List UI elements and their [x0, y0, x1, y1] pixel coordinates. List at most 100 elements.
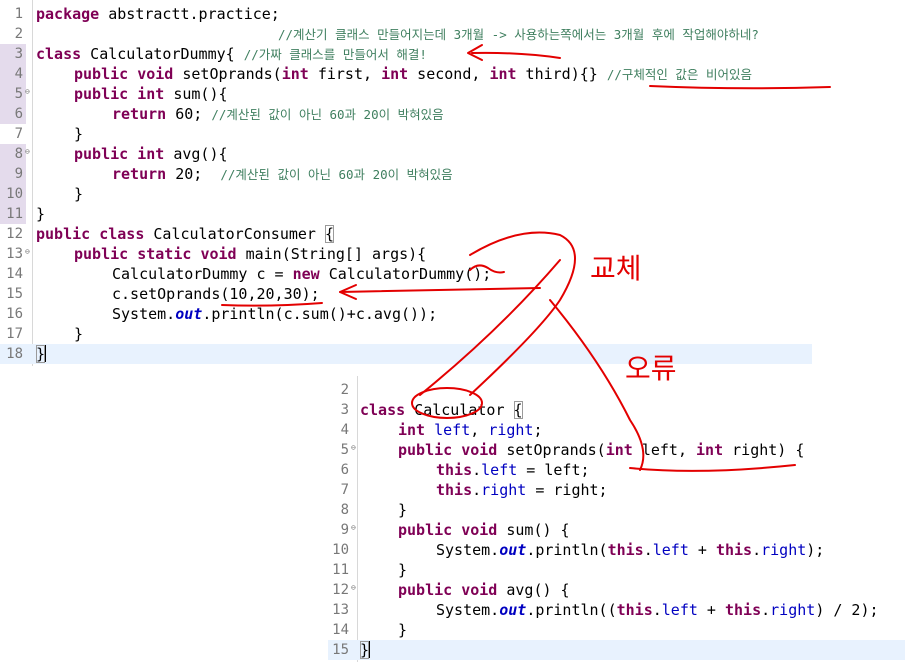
code-text[interactable]: }: [360, 640, 371, 660]
code-text[interactable]: public static void main(String[] args){: [36, 244, 426, 264]
code-line[interactable]: 2: [328, 380, 905, 400]
code-text[interactable]: }: [360, 620, 407, 640]
code-line[interactable]: 10 System.out.println(this.left + this.r…: [328, 540, 905, 560]
code-token: .: [752, 541, 762, 559]
keyword: this: [725, 601, 762, 619]
code-text[interactable]: System.out.println(c.sum()+c.avg());: [36, 304, 437, 324]
code-text[interactable]: int left, right;: [360, 420, 543, 440]
keyword: void: [461, 581, 498, 599]
line-number: 13: [332, 602, 349, 618]
field-name: left: [481, 461, 518, 479]
code-line[interactable]: 12 public class CalculatorConsumer {: [0, 224, 812, 244]
package-name: abstractt.practice;: [99, 5, 280, 23]
code-line[interactable]: 4 public void setOprands(int first, int …: [0, 64, 812, 84]
code-line[interactable]: 3 class Calculator {: [328, 400, 905, 420]
code-text[interactable]: return 20; //계산된 값이 아닌 60과 20이 박혀있음: [36, 164, 453, 184]
code-editor-calculator-dummy[interactable]: 1 package abstractt.practice; 2 //계산기 클래…: [0, 0, 812, 366]
code-line[interactable]: 2 //계산기 클래스 만들어지는데 3개월 -> 사용하는쪽에서는 3개월 후…: [0, 24, 812, 44]
fold-toggle-icon[interactable]: ⊖: [25, 88, 30, 96]
code-line[interactable]: 9 return 20; //계산된 값이 아닌 60과 20이 박혀있음: [0, 164, 812, 184]
code-text[interactable]: public void setOprands(int first, int se…: [36, 64, 752, 84]
line-number: 12: [6, 226, 23, 242]
code-line[interactable]: 17 }: [0, 324, 812, 344]
code-token: .: [472, 481, 482, 499]
keyword: int: [489, 65, 517, 83]
code-text[interactable]: c.setOprands(10,20,30);: [36, 284, 320, 304]
keyword: int: [696, 441, 724, 459]
code-text[interactable]: }: [36, 204, 45, 224]
code-text[interactable]: public int avg(){: [36, 144, 228, 164]
code-text[interactable]: return 60; //계산된 값이 아닌 60과 20이 박혀있음: [36, 104, 444, 124]
code-token: first,: [308, 65, 382, 83]
code-text[interactable]: this.left = left;: [360, 460, 590, 480]
code-text[interactable]: public void setOprands(int left, int rig…: [360, 440, 804, 460]
code-text[interactable]: System.out.println((this.left + this.rig…: [360, 600, 879, 620]
code-line[interactable]: 16 System.out.println(c.sum()+c.avg());: [0, 304, 812, 324]
code-line[interactable]: 13 System.out.println((this.left + this.…: [328, 600, 905, 620]
keyword: void: [200, 245, 237, 263]
code-token: System.: [436, 601, 500, 619]
code-text[interactable]: }: [36, 124, 83, 144]
matching-brace: {: [325, 225, 335, 243]
code-text[interactable]: //계산기 클래스 만들어지는데 3개월 -> 사용하는쪽에서는 3개월 후에 …: [36, 24, 759, 44]
code-line[interactable]: 3 class CalculatorDummy{ //가짜 클래스를 만들어서 …: [0, 44, 812, 64]
code-text[interactable]: public int sum(){: [36, 84, 228, 104]
fold-toggle-icon[interactable]: ⊖: [351, 584, 356, 592]
code-line[interactable]: 13 ⊖ public static void main(String[] ar…: [0, 244, 812, 264]
current-line[interactable]: 15 }: [328, 640, 905, 660]
static-field: out: [499, 541, 527, 559]
keyword: int: [398, 421, 426, 439]
fold-toggle-icon[interactable]: ⊖: [351, 444, 356, 452]
code-line[interactable]: 5 ⊖ public int sum(){: [0, 84, 812, 104]
current-line[interactable]: 18 }: [0, 344, 812, 364]
code-text[interactable]: }: [360, 560, 407, 580]
code-token: CalculatorDummy c =: [112, 265, 293, 283]
code-token: ) / 2);: [815, 601, 879, 619]
fold-toggle-icon[interactable]: ⊖: [351, 524, 356, 532]
code-text[interactable]: }: [36, 344, 47, 364]
code-line[interactable]: 8 ⊖ public int avg(){: [0, 144, 812, 164]
code-text[interactable]: }: [36, 324, 83, 344]
code-line[interactable]: 11 }: [0, 204, 812, 224]
code-line[interactable]: 6 this.left = left;: [328, 460, 905, 480]
code-line[interactable]: 5 ⊖ public void setOprands(int left, int…: [328, 440, 905, 460]
fold-toggle-icon[interactable]: ⊖: [25, 248, 30, 256]
code-text[interactable]: class Calculator {: [360, 400, 523, 420]
keyword: return: [112, 165, 167, 183]
line-number: 2: [14, 26, 23, 42]
code-text[interactable]: System.out.println(this.left + this.righ…: [360, 540, 824, 560]
fold-toggle-icon[interactable]: ⊖: [25, 148, 30, 156]
code-line[interactable]: 11 }: [328, 560, 905, 580]
code-line[interactable]: 14 CalculatorDummy c = new CalculatorDum…: [0, 264, 812, 284]
code-line[interactable]: 15 c.setOprands(10,20,30);: [0, 284, 812, 304]
code-token: sum() {: [497, 521, 570, 539]
line-number: 2: [340, 382, 349, 398]
code-text[interactable]: public void sum() {: [360, 520, 570, 540]
code-text[interactable]: CalculatorDummy c = new CalculatorDummy(…: [36, 264, 491, 284]
code-line[interactable]: 9 ⊖ public void sum() {: [328, 520, 905, 540]
code-text[interactable]: public void avg() {: [360, 580, 570, 600]
keyword: int: [381, 65, 409, 83]
code-editor-calculator[interactable]: 2 3 class Calculator { 4 int left, right…: [328, 376, 905, 662]
line-number: 4: [0, 64, 26, 84]
code-line[interactable]: 7 this.right = right;: [328, 480, 905, 500]
line-number: 5: [340, 442, 349, 458]
code-line[interactable]: 12 ⊖ public void avg() {: [328, 580, 905, 600]
code-line[interactable]: 7 }: [0, 124, 812, 144]
code-text[interactable]: public class CalculatorConsumer {: [36, 224, 335, 244]
code-line[interactable]: 1 package abstractt.practice;: [0, 4, 812, 24]
code-token: ;: [533, 421, 543, 439]
keyword: return: [112, 105, 167, 123]
code-text[interactable]: package abstractt.practice;: [36, 4, 280, 24]
code-line[interactable]: 14 }: [328, 620, 905, 640]
code-text[interactable]: this.right = right;: [360, 480, 608, 500]
code-line[interactable]: 10 }: [0, 184, 812, 204]
code-token: .: [472, 461, 482, 479]
code-line[interactable]: 8 }: [328, 500, 905, 520]
code-line[interactable]: 4 int left, right;: [328, 420, 905, 440]
code-text[interactable]: }: [36, 184, 83, 204]
field-name: left: [434, 421, 471, 439]
code-text[interactable]: }: [360, 500, 407, 520]
code-text[interactable]: class CalculatorDummy{ //가짜 클래스를 만들어서 해결…: [36, 44, 427, 64]
code-line[interactable]: 6 return 60; //계산된 값이 아닌 60과 20이 박혀있음: [0, 104, 812, 124]
